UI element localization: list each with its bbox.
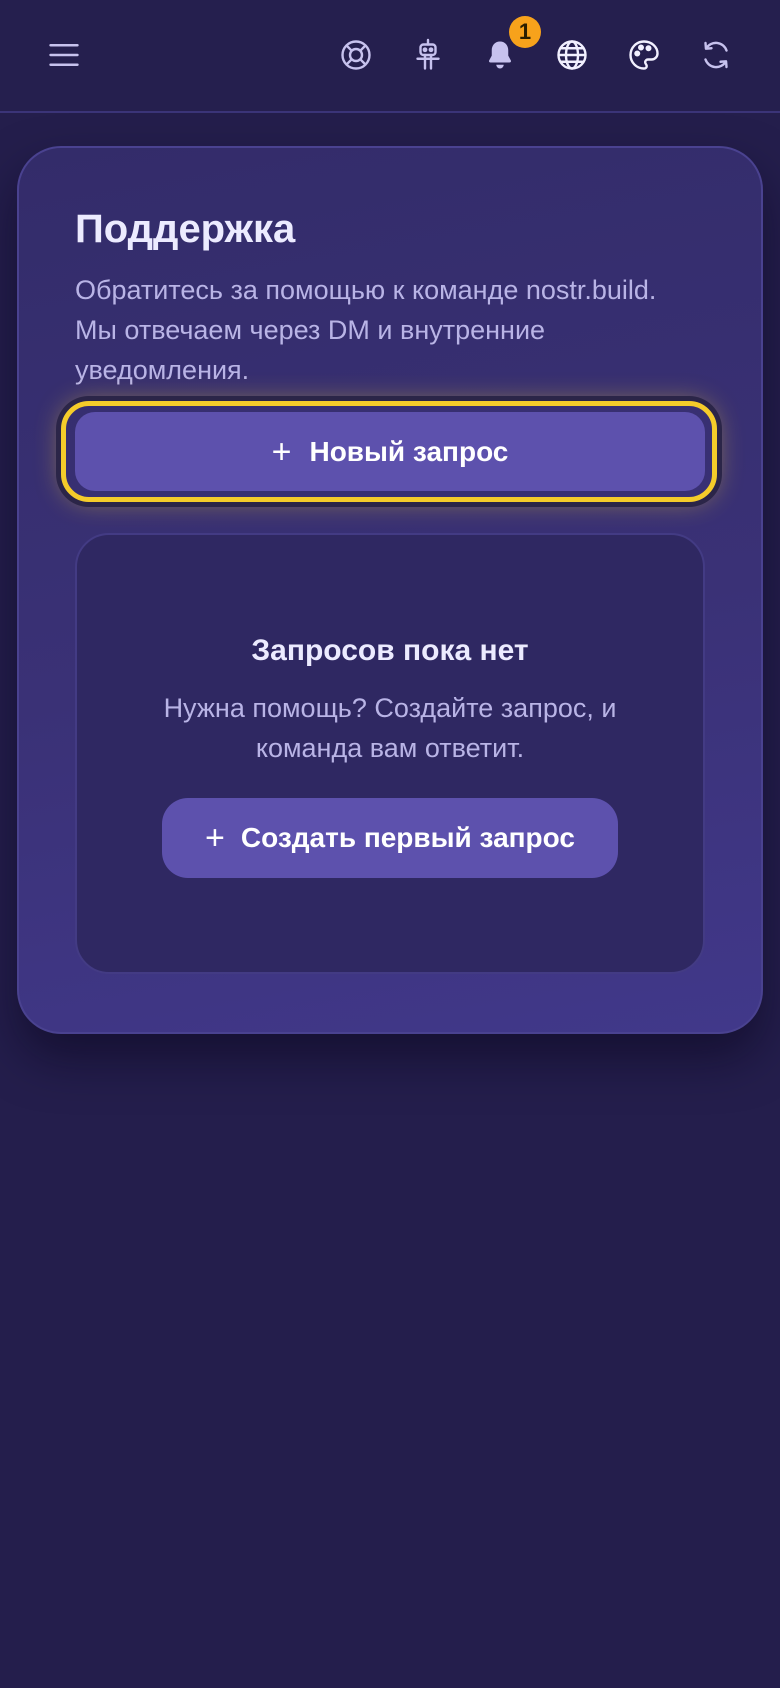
refresh-button[interactable]: [688, 27, 744, 83]
plus-icon: +: [205, 819, 225, 857]
empty-state-title: Запросов пока нет: [251, 634, 529, 667]
create-first-request-button[interactable]: + Создать первый запрос: [162, 798, 618, 878]
new-request-label: Новый запрос: [309, 435, 509, 467]
lifebuoy-icon: [341, 40, 371, 70]
bot-button[interactable]: [400, 27, 456, 83]
palette-icon: [629, 40, 659, 70]
menu-button[interactable]: [36, 27, 92, 83]
empty-state-description: Нужна помощь? Создайте запрос, и команда…: [163, 693, 617, 763]
robot-icon: [416, 38, 440, 70]
language-button[interactable]: [544, 27, 600, 83]
theme-button[interactable]: [616, 27, 672, 83]
hamburger-menu-icon: [49, 44, 79, 66]
plus-icon: +: [271, 432, 292, 471]
globe-icon: [557, 40, 587, 70]
support-description: Обратитесь за помощью к команде nostr.bu…: [75, 275, 657, 385]
refresh-icon: [704, 41, 728, 69]
support-button[interactable]: [328, 27, 384, 83]
top-bar: 1: [0, 0, 780, 113]
page-title: Поддержка: [75, 207, 296, 251]
notification-badge: 1: [509, 16, 541, 48]
new-request-button[interactable]: + Новый запрос: [75, 412, 705, 491]
create-first-request-label: Создать первый запрос: [240, 822, 575, 853]
